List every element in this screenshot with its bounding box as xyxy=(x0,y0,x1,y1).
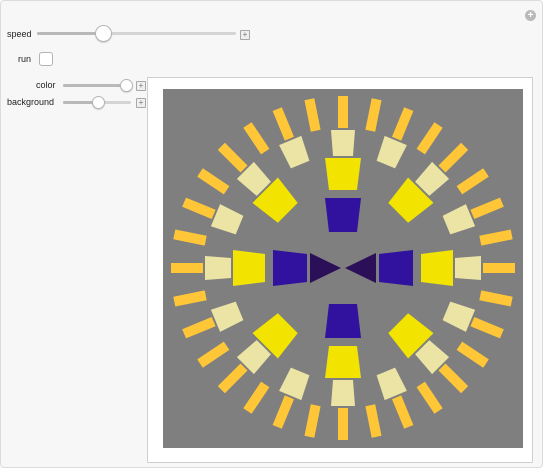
plus-circle-icon[interactable]: + xyxy=(525,10,536,21)
center-wedge-1 xyxy=(310,253,341,283)
ring-0-segment xyxy=(416,381,443,414)
ring-0-segment xyxy=(479,290,513,307)
color-plus-icon[interactable]: + xyxy=(136,81,146,91)
ring-0-segment xyxy=(338,96,348,128)
demo-frame: + speed + run color + background + xyxy=(0,0,543,468)
ring-1-segment xyxy=(210,301,244,332)
ring-2-segment xyxy=(233,250,265,286)
ring-1-segment xyxy=(455,256,481,280)
ring-3-segment xyxy=(325,198,361,232)
color-slider-knob[interactable] xyxy=(120,79,133,92)
ring-0-segment xyxy=(438,363,469,394)
background-plus-icon[interactable]: + xyxy=(136,98,146,108)
background-slider-knob[interactable] xyxy=(92,96,105,109)
ring-1-segment xyxy=(279,367,310,401)
speed-plus-icon[interactable]: + xyxy=(240,30,250,40)
ring-0-segment xyxy=(483,263,515,273)
ring-0-segment xyxy=(173,290,207,307)
ring-0-segment xyxy=(197,168,230,195)
ring-2-segment xyxy=(325,346,361,378)
ring-0-segment xyxy=(171,263,203,273)
ring-1-segment xyxy=(205,256,231,280)
output-panel xyxy=(147,77,533,463)
ring-0-segment xyxy=(243,122,270,155)
color-slider-fill xyxy=(63,84,125,87)
ring-1-segment xyxy=(376,135,407,169)
ring-0-segment xyxy=(470,197,504,219)
ring-0-segment xyxy=(197,341,230,368)
radial-graphic xyxy=(171,96,515,440)
ring-0-segment xyxy=(392,107,414,141)
speed-slider-fill xyxy=(37,32,103,35)
ring-0-segment xyxy=(470,317,504,339)
ring-3-segment xyxy=(273,250,307,286)
background-label: background xyxy=(7,97,55,107)
color-label: color xyxy=(36,80,56,90)
run-checkbox[interactable] xyxy=(39,52,53,66)
ring-0-segment xyxy=(416,122,443,155)
ring-0-segment xyxy=(243,381,270,414)
ring-1-segment xyxy=(442,204,476,235)
ring-0-segment xyxy=(304,98,321,132)
run-label: run xyxy=(18,54,32,64)
ring-0-segment xyxy=(438,142,469,173)
ring-1-segment xyxy=(331,380,355,406)
ring-0-segment xyxy=(182,197,216,219)
ring-1-segment xyxy=(279,135,310,169)
ring-0-segment xyxy=(217,363,248,394)
ring-0-segment xyxy=(365,98,382,132)
ring-0-segment xyxy=(365,404,382,438)
ring-3-segment xyxy=(325,304,361,338)
speed-label: speed xyxy=(7,29,32,39)
ring-1-segment xyxy=(376,367,407,401)
ring-0-segment xyxy=(304,404,321,438)
ring-0-segment xyxy=(456,341,489,368)
ring-0-segment xyxy=(392,395,414,429)
ring-1-segment xyxy=(331,130,355,156)
ring-0-segment xyxy=(456,168,489,195)
speed-slider-knob[interactable] xyxy=(95,25,112,42)
ring-0-segment xyxy=(217,142,248,173)
ring-1-segment xyxy=(442,301,476,332)
ring-0-segment xyxy=(182,317,216,339)
ring-1-segment xyxy=(210,204,244,235)
ring-3-segment xyxy=(379,250,413,286)
ring-0-segment xyxy=(479,229,513,246)
speed-slider-track[interactable] xyxy=(37,32,236,35)
graphic-canvas xyxy=(163,89,523,448)
ring-2-segment xyxy=(421,250,453,286)
center-wedge-0 xyxy=(345,253,376,283)
ring-0-segment xyxy=(272,395,294,429)
ring-0-segment xyxy=(338,408,348,440)
ring-0-segment xyxy=(272,107,294,141)
ring-0-segment xyxy=(173,229,207,246)
ring-2-segment xyxy=(325,158,361,190)
